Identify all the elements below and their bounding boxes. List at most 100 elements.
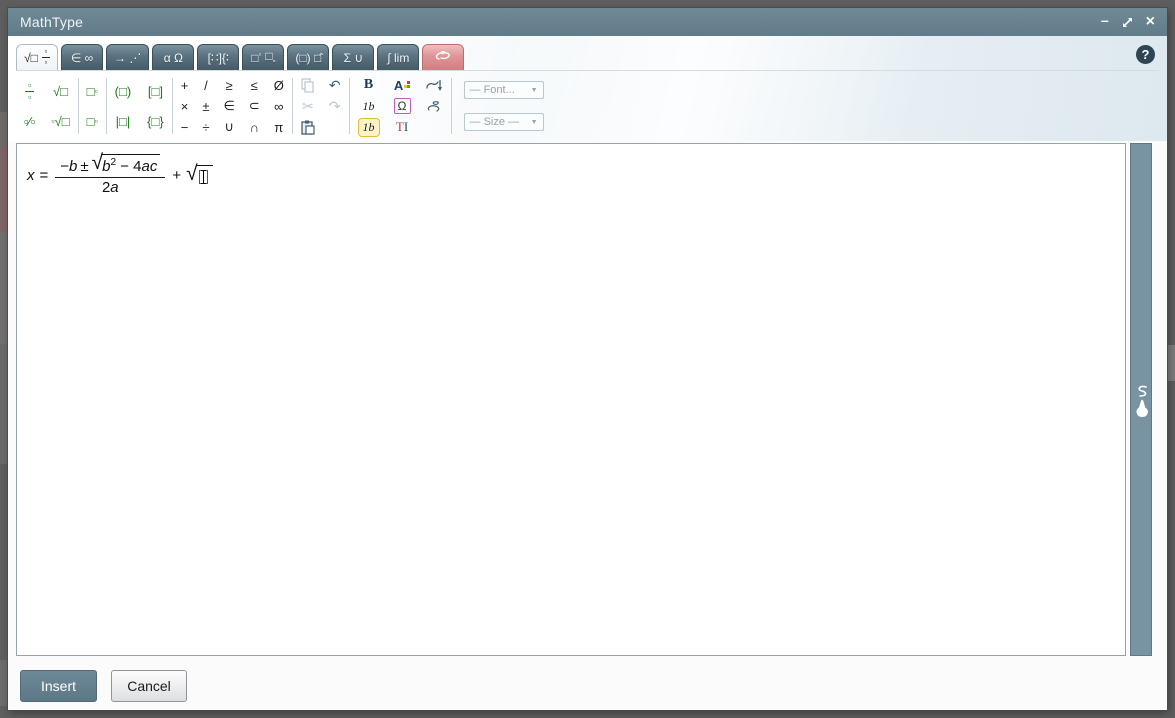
- symbol-toolbar: ▫ ▫ ▫∕▫ √□ ▫ √□ □ ▫ □ ▫ (□) |□| [□] {□} …: [16, 70, 1159, 141]
- title-bar[interactable]: MathType – ×: [8, 8, 1167, 36]
- tab-radicals-fractions[interactable]: √□ ▫ ▫: [16, 44, 58, 70]
- font-color-button[interactable]: A: [394, 78, 411, 93]
- union-button[interactable]: ∪: [224, 119, 234, 135]
- less-equal-button[interactable]: ≤: [251, 78, 258, 93]
- subset-button[interactable]: ⊂: [249, 98, 260, 114]
- script-group: □ ▫ □ ▫: [87, 76, 98, 136]
- divide-button[interactable]: ÷: [202, 120, 209, 135]
- subscript-button[interactable]: □ ▫: [87, 114, 98, 129]
- minimize-icon[interactable]: –: [1101, 13, 1109, 27]
- text-cursor: [200, 170, 206, 185]
- toolbar-separator: [105, 78, 107, 134]
- bracket-group: (□) |□| [□] {□}: [115, 76, 164, 136]
- edit-group: ✂ ↶ ↷: [301, 75, 341, 138]
- stacked-fraction-button[interactable]: ▫ ▫: [25, 80, 35, 102]
- square-root-button[interactable]: √□: [53, 84, 68, 99]
- equation: x = −b ± √ b2 − 4ac 2a + √: [27, 152, 213, 196]
- font-color-icon: A: [394, 78, 411, 93]
- font-size-controls: — Font... ▼ — Size — ▼: [463, 81, 544, 131]
- background-artifact: [0, 232, 8, 344]
- fraction: −b ± √ b2 − 4ac 2a: [55, 152, 166, 196]
- restore-icon[interactable]: [1122, 17, 1133, 28]
- radical: √ b2 − 4ac: [92, 152, 161, 175]
- chevron-down-icon: ▼: [530, 118, 538, 126]
- plus-sign: +: [172, 166, 182, 184]
- window-controls: – ×: [1101, 13, 1155, 30]
- cancel-button[interactable]: Cancel: [111, 670, 187, 702]
- tab-greek[interactable]: α Ω: [152, 44, 195, 70]
- omega-icon: Ω: [393, 98, 411, 114]
- undo-icon[interactable]: ↶: [329, 77, 341, 94]
- insert-button[interactable]: Insert: [20, 670, 97, 702]
- empty-set-button[interactable]: Ø: [274, 78, 284, 93]
- tab-integrals-limits[interactable]: ∫ lim: [377, 44, 420, 70]
- parentheses-button[interactable]: (□): [115, 84, 132, 99]
- equation-canvas[interactable]: x = −b ± √ b2 − 4ac 2a + √: [16, 143, 1126, 656]
- help-button[interactable]: ?: [1136, 45, 1155, 64]
- tab-handwriting[interactable]: [422, 44, 465, 70]
- empty-slot[interactable]: [198, 170, 208, 185]
- absolute-value-button[interactable]: |□|: [116, 114, 131, 129]
- paste-icon[interactable]: [301, 120, 315, 135]
- times-button[interactable]: ×: [181, 99, 189, 114]
- mini-fraction-icon: ▫ ▫: [41, 48, 50, 67]
- stacked-fraction-icon: ▫ ▫: [25, 80, 35, 102]
- bold-button[interactable]: B: [364, 77, 373, 93]
- math-style-button-active[interactable]: 1b: [357, 117, 380, 137]
- mathtype-dialog: MathType – × √□ ▫ ▫ ∈ ∞ → ⋰ α Ω [∷]{∶ □▫…: [8, 8, 1167, 710]
- handwriting-panel-tab[interactable]: [1130, 143, 1152, 656]
- toolbar-separator: [348, 78, 350, 134]
- background-artifact: [0, 146, 8, 232]
- tab-scripts[interactable]: □▫ □▫: [242, 44, 285, 70]
- hand-drawing-icon: [1136, 385, 1148, 417]
- close-icon[interactable]: ×: [1146, 14, 1155, 30]
- dialog-footer: Insert Cancel: [20, 670, 187, 702]
- intersection-button[interactable]: ∩: [250, 120, 259, 135]
- screen: MathType – × √□ ▫ ▫ ∈ ∞ → ⋰ α Ω [∷]{∶ □▫…: [0, 0, 1175, 718]
- chevron-down-icon: ▼: [530, 86, 538, 94]
- text-mode-button[interactable]: TI: [396, 119, 408, 135]
- operator-group: + × − / ± ÷ ≥ ∈ ∪ ≤ ⊂ ∩ Ø ∞ π: [181, 75, 284, 138]
- arabic-math-style-icon[interactable]: [425, 79, 443, 92]
- superscript-button[interactable]: □ ▫: [87, 84, 98, 99]
- arabic-symbol-icon[interactable]: [426, 100, 442, 113]
- tab-matrices[interactable]: [∷]{∶: [197, 44, 240, 70]
- palette-tabstrip: √□ ▫ ▫ ∈ ∞ → ⋰ α Ω [∷]{∶ □▫ □▫ (□) □̂ Σ ∪…: [16, 44, 465, 70]
- swirl-gesture-icon: [433, 50, 453, 65]
- infinity-button[interactable]: ∞: [274, 99, 283, 114]
- font-dropdown[interactable]: — Font... ▼: [463, 81, 544, 99]
- curly-brace-button[interactable]: {□}: [147, 114, 164, 129]
- square-bracket-button[interactable]: [□]: [148, 84, 163, 99]
- tab-sums-unions[interactable]: Σ ∪: [332, 44, 375, 70]
- tab-sets-logic[interactable]: ∈ ∞: [61, 44, 103, 70]
- tab-arrows[interactable]: → ⋰: [106, 44, 150, 70]
- slash-fraction-button[interactable]: ▫∕▫: [24, 114, 35, 129]
- equation-lhs: x: [27, 166, 35, 184]
- fraction-root-group: ▫ ▫ ▫∕▫ √□ ▫ √□: [24, 76, 70, 136]
- slash-button[interactable]: /: [204, 78, 208, 93]
- cut-icon[interactable]: ✂: [302, 98, 314, 115]
- toolbar-separator: [77, 78, 79, 134]
- nth-root-button[interactable]: ▫ √□: [51, 114, 69, 129]
- insert-symbol-button[interactable]: Ω: [393, 98, 411, 114]
- toolbar-separator: [171, 78, 173, 134]
- tab-parens-accents[interactable]: (□) □̂: [287, 44, 330, 70]
- element-of-button[interactable]: ∈: [223, 98, 234, 114]
- background-artifact: [1168, 345, 1175, 381]
- style-group: B 1b 1b A Ω TI: [357, 75, 443, 138]
- equals-sign: =: [39, 166, 49, 184]
- background-artifact: [0, 112, 8, 146]
- size-dropdown[interactable]: — Size — ▼: [463, 113, 544, 131]
- redo-icon[interactable]: ↷: [329, 98, 341, 115]
- pi-button[interactable]: π: [274, 120, 283, 135]
- style-other-button[interactable]: 1b: [363, 99, 375, 114]
- denominator: 2a: [55, 177, 166, 196]
- radical-with-empty-slot: √: [186, 163, 213, 186]
- toolbar-area: √□ ▫ ▫ ∈ ∞ → ⋰ α Ω [∷]{∶ □▫ □▫ (□) □̂ Σ ∪…: [8, 36, 1167, 141]
- toolbar-separator: [291, 78, 293, 134]
- greater-equal-button[interactable]: ≥: [226, 78, 233, 93]
- minus-button[interactable]: −: [181, 120, 189, 135]
- plus-minus-button[interactable]: ±: [202, 99, 209, 114]
- copy-icon[interactable]: [301, 77, 315, 93]
- plus-button[interactable]: +: [181, 78, 189, 93]
